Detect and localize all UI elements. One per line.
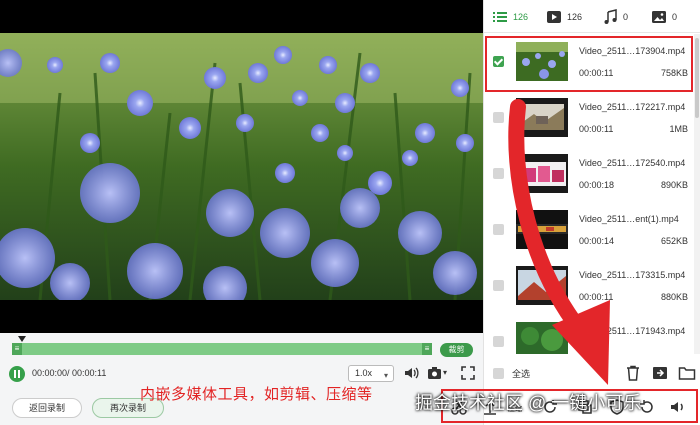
select-all-box[interactable] — [493, 368, 504, 379]
file-duration: 00:00:11 — [579, 68, 614, 78]
item-checkbox[interactable] — [493, 336, 504, 347]
list-item[interactable]: Video_2511…173904.mp4 00:00:11 758KB — [484, 34, 694, 90]
pause-button[interactable] — [9, 366, 25, 382]
list-item[interactable]: Video_2511…171943.mp4 — [484, 314, 694, 354]
speed-value: 1.0x — [355, 368, 373, 378]
camera-menu-caret-icon[interactable]: ▾ — [443, 368, 447, 377]
video-thumbnail — [516, 98, 568, 137]
select-all-checkbox[interactable]: 全选 — [493, 367, 530, 380]
video-thumbnail — [516, 266, 568, 305]
scrollbar-thumb[interactable] — [695, 38, 699, 118]
media-filter-tabs: 126 126 0 0 — [484, 0, 700, 33]
list-item[interactable]: Video_2511…172217.mp4 00:00:11 1MB — [484, 90, 694, 146]
item-checkbox[interactable] — [493, 168, 504, 179]
tab-video-count: 126 — [567, 11, 583, 22]
volume-icon[interactable] — [403, 365, 419, 381]
video-thumbnail — [516, 322, 568, 354]
file-duration: 00:00:11 — [579, 292, 614, 302]
file-list: Video_2511…173904.mp4 00:00:11 758KB Vid… — [484, 34, 694, 354]
tab-video[interactable]: 126 — [546, 8, 582, 25]
list-item[interactable]: Video_2511…173315.mp4 00:00:11 880KB — [484, 258, 694, 314]
file-size: 652KB — [660, 236, 688, 246]
camera-icon[interactable] — [427, 365, 443, 381]
tab-image[interactable]: 0 — [651, 8, 677, 25]
music-icon — [604, 8, 617, 24]
audio-edit-icon[interactable] — [669, 398, 687, 416]
speed-select[interactable]: 1.0x ▾ — [348, 365, 394, 382]
video-viewport[interactable] — [0, 0, 483, 333]
file-name: Video_2511…173315.mp4 — [579, 270, 686, 280]
item-checkbox[interactable] — [493, 112, 504, 123]
timeline-end-handle[interactable]: ≡ — [422, 343, 432, 355]
file-name: Video_2511…172217.mp4 — [579, 102, 686, 112]
file-name: Video_2511…173904.mp4 — [579, 46, 686, 56]
select-all-label: 全选 — [512, 369, 531, 379]
tab-image-count: 0 — [672, 11, 678, 22]
export-icon[interactable] — [651, 364, 669, 382]
video-player: ≡ ≡ 裁剪 00:00:00/ 00:00:11 1.0x ▾ ▾ 返回录制 … — [0, 0, 483, 425]
clip-timeline[interactable]: ≡ ≡ — [12, 343, 432, 355]
fullscreen-icon[interactable] — [460, 365, 476, 381]
video-thumbnail — [516, 42, 568, 81]
tab-audio-count: 0 — [623, 11, 629, 22]
item-checkbox[interactable] — [493, 280, 504, 291]
item-checkbox[interactable] — [493, 224, 504, 235]
file-duration: 00:00:14 — [579, 236, 615, 246]
video-thumbnail — [516, 210, 568, 249]
flower-field-image — [0, 33, 483, 300]
list-item[interactable]: Video_2511…ent(1).mp4 00:00:14 652KB — [484, 202, 694, 258]
watermark-text: 掘金技术社区 @ 一键小可乐 — [415, 393, 642, 413]
file-size: 758KB — [660, 68, 688, 78]
video-frame — [0, 33, 483, 300]
timeline-start-handle[interactable]: ≡ — [12, 343, 22, 355]
video-icon — [547, 10, 561, 23]
item-checkbox[interactable] — [493, 56, 504, 67]
time-readout: 00:00:00/ 00:00:11 — [32, 368, 107, 378]
tab-all[interactable]: 126 — [492, 8, 528, 25]
trash-icon[interactable] — [624, 364, 642, 382]
folder-icon[interactable] — [678, 364, 696, 382]
file-name: Video_2511…172540.mp4 — [579, 158, 686, 168]
file-size: 890KB — [660, 180, 688, 190]
video-thumbnail — [516, 154, 568, 193]
list-item[interactable]: Video_2511…172540.mp4 00:00:18 890KB — [484, 146, 694, 202]
back-to-record-button[interactable]: 返回录制 — [12, 398, 82, 418]
file-duration: 00:00:11 — [579, 124, 614, 134]
file-name: Video_2511…171943.mp4 — [579, 326, 686, 336]
tab-all-count: 126 — [513, 11, 529, 22]
list-icon — [493, 11, 507, 22]
file-size: 880KB — [660, 292, 688, 302]
image-icon — [652, 10, 666, 23]
chevron-down-icon: ▾ — [383, 371, 388, 380]
file-duration: 00:00:18 — [579, 180, 615, 190]
file-panel: 126 126 0 0 Video_2511…173904.mp4 00:00:… — [483, 0, 700, 425]
tab-audio[interactable]: 0 — [602, 8, 628, 25]
playhead-marker[interactable] — [18, 336, 26, 342]
file-list-scrollbar[interactable] — [694, 34, 700, 354]
annotation-caption: 内嵌多媒体工具，如剪辑、压缩等 — [140, 386, 373, 403]
file-name: Video_2511…ent(1).mp4 — [579, 214, 679, 224]
file-size: 1MB — [669, 124, 688, 134]
clip-button[interactable]: 裁剪 — [440, 343, 473, 357]
